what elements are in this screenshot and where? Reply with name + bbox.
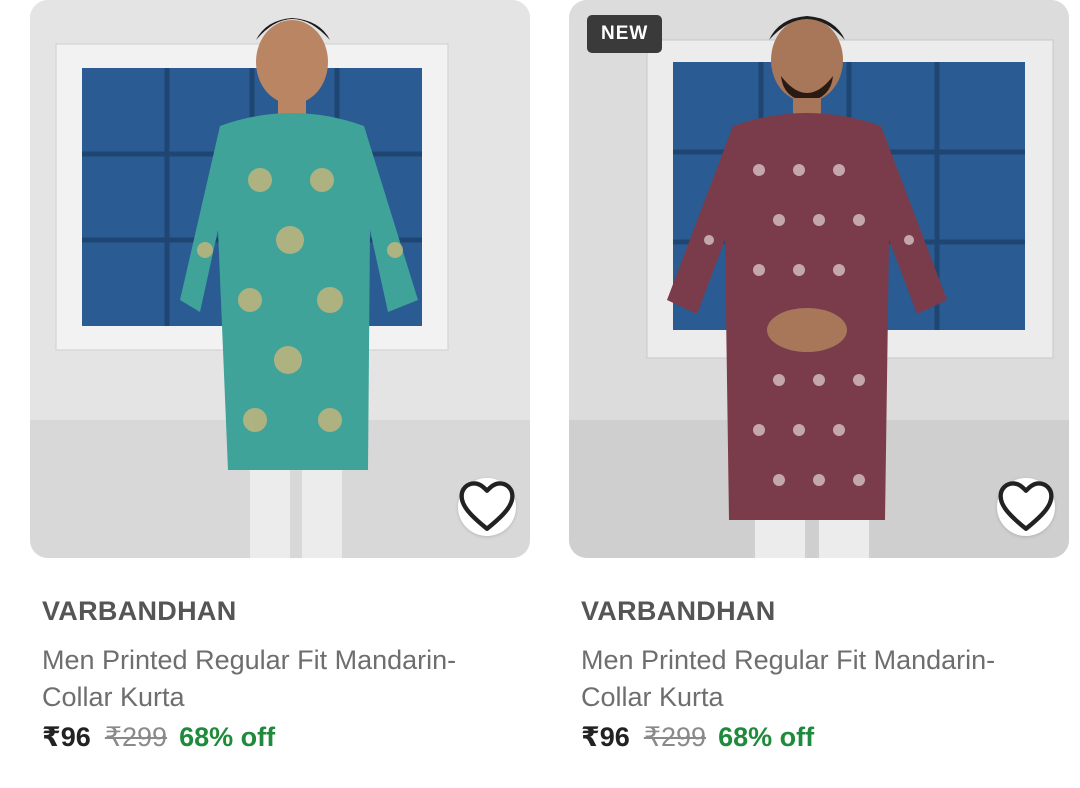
price-row: ₹96 ₹299 68% off bbox=[581, 722, 814, 753]
new-badge: NEW bbox=[587, 15, 663, 53]
brand-name: VARBANDHAN bbox=[581, 596, 776, 626]
brand-name: VARBANDHAN bbox=[42, 596, 237, 626]
original-price: ₹299 bbox=[104, 722, 168, 752]
product-photo bbox=[30, 0, 530, 558]
product-title[interactable]: Men Printed Regular Fit Mandarin-Collar … bbox=[42, 642, 522, 716]
product-image[interactable]: NEW bbox=[569, 0, 1069, 558]
wishlist-button[interactable] bbox=[458, 478, 516, 536]
heart-outline-icon bbox=[459, 481, 515, 531]
selling-price: ₹96 bbox=[581, 722, 630, 752]
discount-label: 68% off bbox=[179, 722, 276, 752]
original-price: ₹299 bbox=[643, 722, 707, 752]
heart-outline-icon bbox=[998, 481, 1054, 531]
product-title[interactable]: Men Printed Regular Fit Mandarin-Collar … bbox=[581, 642, 1061, 716]
product-card[interactable]: NEW VARBANDHAN Men Printed Regular Fit M… bbox=[569, 0, 1069, 752]
discount-label: 68% off bbox=[718, 722, 815, 752]
product-image[interactable] bbox=[30, 0, 530, 558]
wishlist-button[interactable] bbox=[997, 478, 1055, 536]
price-row: ₹96 ₹299 68% off bbox=[42, 722, 275, 753]
selling-price: ₹96 bbox=[42, 722, 91, 752]
product-photo bbox=[569, 0, 1069, 558]
product-card[interactable]: VARBANDHAN Men Printed Regular Fit Manda… bbox=[30, 0, 530, 752]
